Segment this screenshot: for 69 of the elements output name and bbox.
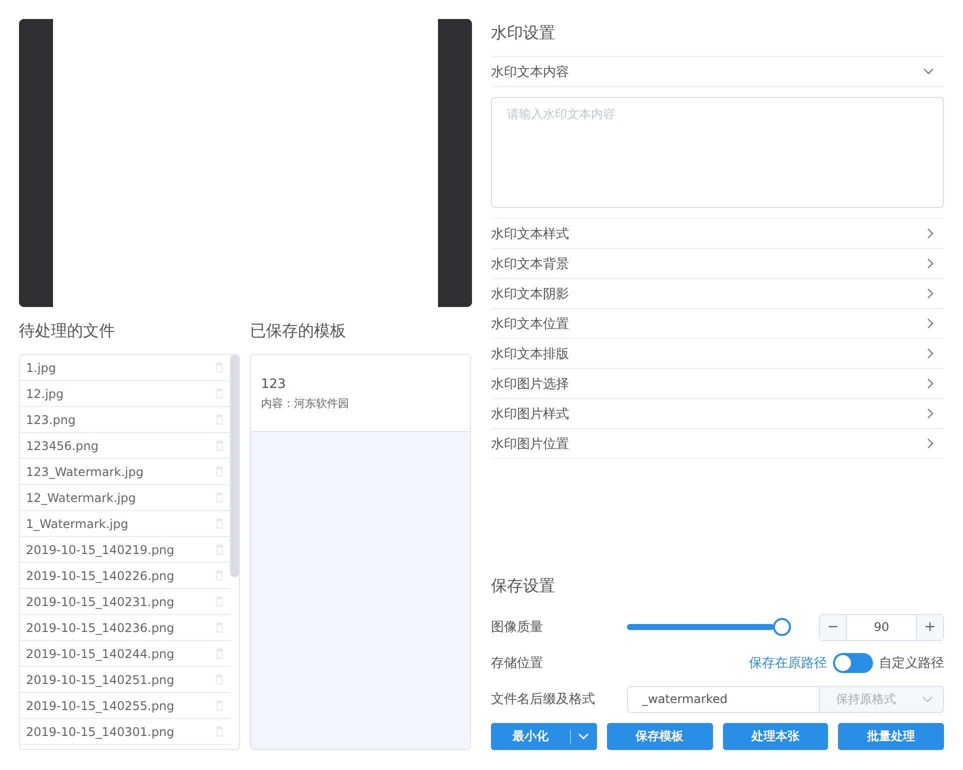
file-item[interactable]: 2019-10-15_140244.png bbox=[20, 641, 230, 667]
file-item[interactable]: 123456.png bbox=[20, 433, 230, 459]
file-item[interactable]: 2019-10-15_140226.png bbox=[20, 563, 230, 589]
file-item[interactable]: 1_Watermark.jpg bbox=[20, 511, 230, 537]
field-label: 图像质量 bbox=[491, 619, 544, 636]
trash-icon[interactable] bbox=[215, 414, 224, 425]
trash-icon[interactable] bbox=[215, 440, 224, 451]
trash-icon[interactable] bbox=[215, 596, 224, 607]
accordion-header[interactable]: 水印文本位置 bbox=[491, 309, 944, 339]
trash-icon[interactable] bbox=[215, 648, 224, 659]
trash-icon[interactable] bbox=[215, 544, 224, 555]
file-item[interactable]: 1.jpg bbox=[20, 355, 230, 381]
section-title: 水印设置 bbox=[491, 22, 556, 44]
trash-icon[interactable] bbox=[215, 492, 224, 503]
chevron-right-icon bbox=[927, 438, 934, 449]
accordion-header[interactable]: 水印图片选择 bbox=[491, 369, 944, 399]
scrollbar[interactable] bbox=[230, 355, 239, 577]
file-item[interactable]: 12_Watermark.jpg bbox=[20, 485, 230, 511]
option-label: 自定义路径 bbox=[879, 655, 944, 672]
file-item[interactable]: 123.png bbox=[20, 407, 230, 433]
accordion-header[interactable]: 水印图片位置 bbox=[491, 429, 944, 459]
decrement-button[interactable]: − bbox=[820, 614, 846, 640]
action-button[interactable]: 处理本张 bbox=[722, 723, 828, 750]
trash-icon[interactable] bbox=[215, 388, 224, 399]
chevron-right-icon bbox=[927, 318, 934, 329]
file-item[interactable]: 2019-10-15_140236.png bbox=[20, 615, 230, 641]
accordion-header[interactable]: 水印文本内容 bbox=[491, 57, 944, 87]
field-label: 文件名后缀及格式 bbox=[491, 691, 596, 708]
trash-icon[interactable] bbox=[215, 622, 224, 633]
file-item[interactable]: 2019-10-15_140219.png bbox=[20, 537, 230, 563]
action-button[interactable]: 批量处理 bbox=[838, 723, 944, 750]
template-item[interactable]: 123 内容：河东软件园 bbox=[251, 355, 470, 432]
section-title: 待处理的文件 bbox=[19, 320, 116, 342]
toggle-switch[interactable] bbox=[833, 653, 873, 673]
increment-button[interactable]: + bbox=[917, 614, 943, 640]
watermark-text-field[interactable]: 请输入水印文本内容 bbox=[491, 97, 944, 208]
accordion-header[interactable]: 水印文本排版 bbox=[491, 339, 944, 369]
file-item[interactable]: 2019-10-15_140301.png bbox=[20, 719, 230, 745]
file-item[interactable]: 123_Watermark.jpg bbox=[20, 459, 230, 485]
chevron-down-icon bbox=[923, 68, 934, 75]
file-item[interactable]: 2019-10-15_140255.png bbox=[20, 693, 230, 719]
trash-icon[interactable] bbox=[215, 362, 224, 373]
chevron-right-icon bbox=[927, 408, 934, 419]
trash-icon[interactable] bbox=[215, 518, 224, 529]
chevron-right-icon bbox=[927, 288, 934, 299]
section-title: 已保存的模板 bbox=[250, 320, 347, 342]
chevron-down-icon bbox=[922, 696, 933, 702]
field-label: 存储位置 bbox=[491, 655, 544, 672]
caret-icon bbox=[578, 733, 590, 740]
accordion-header[interactable]: 水印文本背景 bbox=[491, 249, 944, 279]
action-button[interactable]: 保存模板 bbox=[606, 723, 712, 750]
trash-icon[interactable] bbox=[215, 570, 224, 581]
chevron-right-icon bbox=[927, 228, 934, 239]
option-label: 保存在原路径 bbox=[749, 655, 827, 672]
chevron-right-icon bbox=[927, 378, 934, 389]
trash-icon[interactable] bbox=[215, 700, 224, 711]
suffix-field[interactable]: _watermarked bbox=[627, 686, 820, 712]
accordion-header[interactable]: 水印文本阴影 bbox=[491, 279, 944, 309]
accordion-header[interactable]: 水印图片样式 bbox=[491, 399, 944, 429]
accordion-header[interactable]: 水印文本样式 bbox=[491, 219, 944, 249]
trash-icon[interactable] bbox=[215, 674, 224, 685]
chevron-right-icon bbox=[927, 348, 934, 359]
trash-icon[interactable] bbox=[215, 726, 224, 737]
file-item[interactable]: 2019-10-15_140251.png bbox=[20, 667, 230, 693]
section-title: 保存设置 bbox=[491, 575, 556, 597]
trash-icon[interactable] bbox=[215, 466, 224, 477]
file-item[interactable]: 2019-10-15_140231.png bbox=[20, 589, 230, 615]
file-item[interactable]: 12.jpg bbox=[20, 381, 230, 407]
chevron-right-icon bbox=[927, 258, 934, 269]
